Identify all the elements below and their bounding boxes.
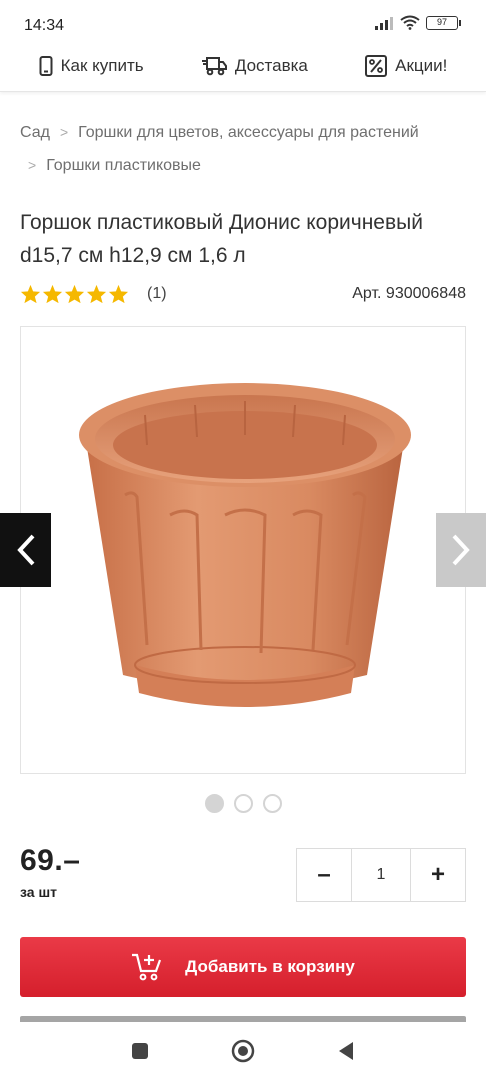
status-bar: 14:34 97 [0,0,486,40]
nav-how-to-buy-label: Как купить [60,55,144,75]
nav-promotions[interactable]: Акции! [365,54,448,77]
cart-plus-icon [132,953,162,981]
breadcrumb-item[interactable]: Сад [20,124,50,141]
home-icon[interactable] [231,1039,255,1063]
product-image [79,383,411,707]
nav-promotions-label: Акции! [395,55,448,75]
star-icon [20,284,41,304]
gallery-prev-button[interactable] [0,513,51,587]
breadcrumb-item[interactable]: Горшки пластиковые [46,157,201,174]
chevron-right-icon: > [28,157,37,173]
star-icon [86,284,107,304]
truck-icon [201,56,227,75]
top-nav: Как купить Доставка Акции! [0,40,486,92]
breadcrumb-item[interactable]: Горшки для цветов, аксессуары для растен… [78,124,419,141]
add-to-cart-label: Добавить в корзину [185,957,355,976]
star-icon [64,284,85,304]
back-icon[interactable] [337,1041,355,1061]
rating-row: (1) Арт. 930006848 [20,282,466,306]
increase-button[interactable]: + [411,849,465,901]
wifi-icon [400,15,420,30]
gallery-pagination [0,794,486,813]
product-gallery[interactable] [20,326,466,774]
signal-icon [375,16,393,30]
pagination-dot[interactable] [204,794,224,813]
percent-icon [365,54,388,77]
nav-delivery-label: Доставка [234,55,308,75]
chevron-right-icon [452,534,470,566]
battery-icon: 97 [426,15,461,30]
chevron-left-icon [16,534,34,566]
product-price: 69.– [20,844,81,877]
pagination-dot[interactable] [262,794,282,813]
nav-how-to-buy[interactable]: Как купить [39,55,144,76]
pagination-dot[interactable] [233,794,253,813]
quantity-stepper: – 1 + [296,848,466,902]
star-icon [42,284,63,304]
review-count[interactable]: (1) [147,285,167,303]
quantity-value[interactable]: 1 [351,849,411,901]
breadcrumb: Сад > Горшки для цветов, аксессуары для ра… [20,116,470,182]
rating-stars[interactable] [20,284,129,304]
status-time: 14:34 [24,17,65,34]
product-title: Горшок пластиковый Дионис коричневый d15… [20,211,423,267]
decrease-button[interactable]: – [297,849,351,901]
nav-delivery[interactable]: Доставка [201,56,308,76]
star-icon [108,284,129,304]
status-icons: 97 [374,15,461,30]
gallery-next-button[interactable] [436,513,486,587]
price-unit: за шт [20,884,57,900]
article-number: Арт. 930006848 [352,285,466,302]
phone-icon [39,55,53,76]
recent-apps-icon[interactable] [131,1042,149,1060]
chevron-right-icon: > [59,124,69,140]
add-to-cart-button[interactable]: Добавить в корзину [20,937,466,997]
system-nav-bar [0,1022,486,1080]
